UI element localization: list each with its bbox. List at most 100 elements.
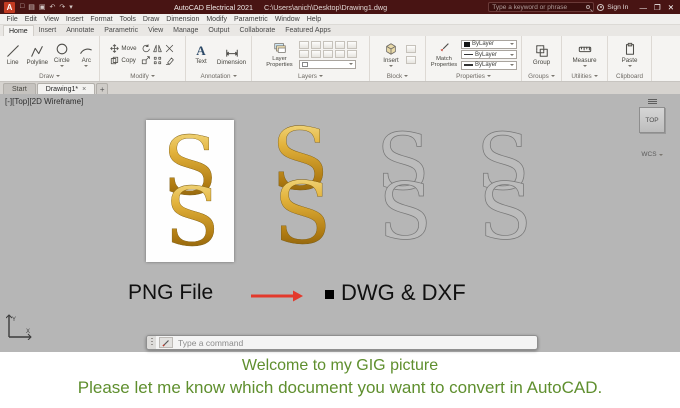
color-dropdown[interactable]: ByLayer <box>461 39 517 49</box>
scale-icon[interactable] <box>141 56 150 65</box>
layer-properties-tool[interactable]: Layer Properties <box>264 41 296 68</box>
layer-tool-icon[interactable] <box>298 49 309 58</box>
menu-item-window[interactable]: Window <box>271 16 303 23</box>
layer-tool-icon[interactable] <box>334 49 345 58</box>
wcs-selector[interactable]: WCS <box>641 151 663 158</box>
tab-output[interactable]: Output <box>203 25 234 36</box>
block-tool-icon[interactable] <box>405 56 416 64</box>
dimension-tool[interactable]: Dimension <box>216 44 248 66</box>
new-tab-button[interactable]: + <box>96 83 109 94</box>
block-tool-icon[interactable] <box>405 45 416 53</box>
close-button[interactable]: ✕ <box>668 3 674 12</box>
qat-dropdown-icon[interactable]: ▾ <box>69 3 73 11</box>
tab-start[interactable]: Start <box>3 83 36 94</box>
pencil-icon <box>162 339 169 346</box>
insert-dropdown-icon[interactable] <box>389 65 393 67</box>
footer-line1: Welcome to my GIG picture <box>241 357 439 374</box>
layer-select-dropdown[interactable] <box>298 59 356 69</box>
layer-tool-icon[interactable] <box>322 49 333 58</box>
move-tool[interactable]: Move <box>110 44 137 53</box>
tab-manage[interactable]: Manage <box>168 25 203 36</box>
menu-item-tools[interactable]: Tools <box>116 16 139 23</box>
circle-dropdown-icon[interactable] <box>59 65 64 67</box>
command-line[interactable]: Type a command <box>146 335 538 350</box>
menu-item-edit[interactable]: Edit <box>21 16 40 23</box>
group-tool[interactable]: Group <box>530 44 553 66</box>
tab-drawing1[interactable]: Drawing1* × <box>36 83 96 94</box>
tab-insert[interactable]: Insert <box>34 25 62 36</box>
insert-block-tool[interactable]: Insert <box>380 42 403 67</box>
menu-item-modify[interactable]: Modify <box>203 16 231 23</box>
menu-item-insert[interactable]: Insert <box>62 16 87 23</box>
circle-tool[interactable]: Circle <box>51 42 72 67</box>
save-icon[interactable]: ▣ <box>39 3 46 11</box>
match-properties-tool[interactable]: Match Properties <box>430 41 458 68</box>
match-properties-label: Match Properties <box>430 56 458 68</box>
command-grip-handle[interactable] <box>147 336 156 349</box>
command-customize-box[interactable] <box>159 337 173 348</box>
panel-label-draw[interactable]: Draw <box>0 71 99 81</box>
panel-label-modify[interactable]: Modify <box>100 71 185 81</box>
linetype-dropdown[interactable]: ByLayer <box>461 50 517 59</box>
arc-tool[interactable]: Arc <box>76 42 97 67</box>
trim-icon[interactable] <box>165 44 174 53</box>
new-file-icon[interactable]: □ <box>20 3 24 11</box>
menu-item-format[interactable]: Format <box>87 16 116 23</box>
viewcube[interactable]: TOP <box>639 107 665 133</box>
menu-item-file[interactable]: File <box>3 16 21 23</box>
text-tool[interactable]: A Text <box>190 44 213 65</box>
navbar-menu-icon[interactable] <box>647 99 657 100</box>
tab-featured-apps[interactable]: Featured Apps <box>280 25 336 36</box>
layer-tool-icon[interactable] <box>346 40 357 49</box>
panel-label-block[interactable]: Block <box>370 71 425 81</box>
layer-tool-icon[interactable] <box>298 40 309 49</box>
layer-tool-icon[interactable] <box>322 40 333 49</box>
menu-item-parametric[interactable]: Parametric <box>230 16 271 23</box>
autocad-logo-icon[interactable]: A <box>4 1 15 13</box>
menu-item-help[interactable]: Help <box>303 16 324 23</box>
array-icon[interactable] <box>153 56 162 65</box>
measure-dropdown-icon[interactable] <box>582 65 587 67</box>
mirror-icon[interactable] <box>152 44 162 53</box>
panel-label-clipboard[interactable]: Clipboard <box>608 71 651 81</box>
rotate-icon[interactable] <box>141 44 150 53</box>
copy-tool[interactable]: Copy <box>110 56 136 65</box>
tab-collaborate[interactable]: Collaborate <box>234 25 280 36</box>
lineweight-dropdown[interactable]: ByLayer <box>461 60 517 70</box>
panel-label-annotation[interactable]: Annotation <box>186 71 251 81</box>
paste-dropdown-icon[interactable] <box>627 65 632 67</box>
tab-view[interactable]: View <box>143 25 168 36</box>
panel-label-utilities[interactable]: Utilities <box>562 71 607 81</box>
line-tool[interactable]: Line <box>2 44 23 66</box>
tab-annotate[interactable]: Annotate <box>61 25 99 36</box>
help-search-input[interactable]: Type a keyword or phrase <box>488 2 595 12</box>
drawing-canvas[interactable]: S S [-][Top][2D Wireframe] TOP WCS PNG F… <box>0 94 680 352</box>
menu-item-draw[interactable]: Draw <box>139 16 162 23</box>
maximize-button[interactable]: ❐ <box>654 3 661 12</box>
undo-icon[interactable]: ↶ <box>49 3 55 11</box>
redo-icon[interactable]: ↷ <box>59 3 65 11</box>
minimize-button[interactable]: — <box>639 3 647 12</box>
open-file-icon[interactable]: ▤ <box>28 3 35 11</box>
layer-tool-icon[interactable] <box>334 40 345 49</box>
layer-tool-icon[interactable] <box>346 49 357 58</box>
erase-icon[interactable] <box>165 56 174 65</box>
command-input[interactable]: Type a command <box>178 338 243 348</box>
panel-label-groups[interactable]: Groups <box>522 71 561 81</box>
sign-in-button[interactable]: Sign In <box>607 4 628 11</box>
panel-label-layers[interactable]: Layers <box>252 71 369 81</box>
layer-tool-icon[interactable] <box>310 40 321 49</box>
tab-parametric[interactable]: Parametric <box>99 25 143 36</box>
panel-label-properties[interactable]: Properties <box>426 71 521 81</box>
measure-tool[interactable]: Measure <box>572 42 597 67</box>
tab-home[interactable]: Home <box>3 25 34 36</box>
paste-tool[interactable]: Paste <box>618 42 641 67</box>
viewport-controls[interactable]: [-][Top][2D Wireframe] <box>5 97 83 106</box>
polyline-tool[interactable]: Polyline <box>26 44 48 66</box>
arc-dropdown-icon[interactable] <box>84 65 89 67</box>
layer-tool-icon[interactable] <box>310 49 321 58</box>
menu-item-view[interactable]: View <box>40 16 62 23</box>
search-icon[interactable] <box>586 5 591 9</box>
menu-item-dimension[interactable]: Dimension <box>163 16 203 23</box>
close-tab-icon[interactable]: × <box>82 86 86 93</box>
